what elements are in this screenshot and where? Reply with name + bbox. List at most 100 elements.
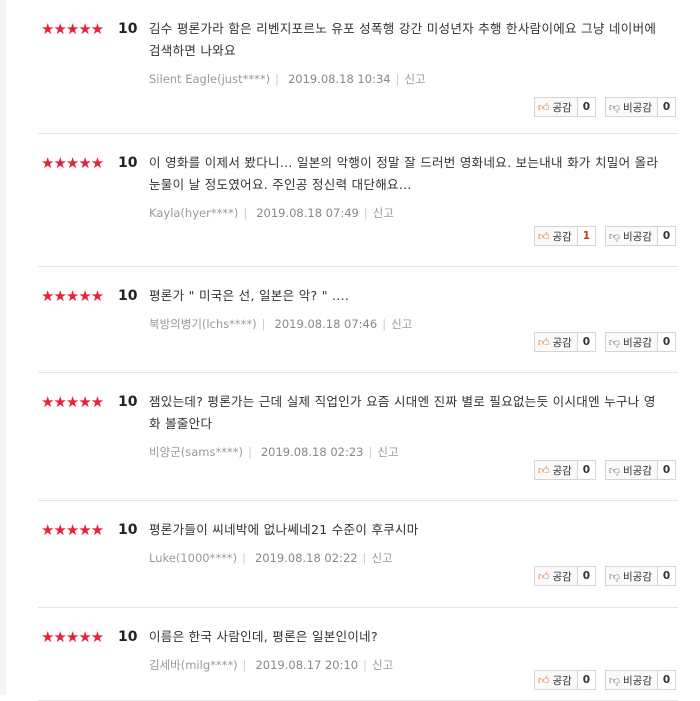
- dislike-label: 비공감: [623, 101, 652, 114]
- dislike-label-wrap: 👎︎ 비공감: [606, 98, 658, 116]
- like-count: 0: [577, 98, 595, 116]
- dislike-count: 0: [658, 333, 675, 351]
- left-gutter: [0, 0, 6, 695]
- like-button[interactable]: 👍︎ 공감 1: [534, 226, 596, 246]
- review-date: 2019.08.17 20:10: [255, 658, 359, 672]
- rating-score: 10: [118, 629, 138, 645]
- review-body: 잼있는데? 평론가는 근데 실제 직업인가 요즘 시대엔 진짜 별로 필요없는듯…: [149, 391, 659, 460]
- thumbs-down-icon: 👎︎: [608, 335, 621, 349]
- meta-divider: |: [395, 72, 400, 86]
- like-label: 공감: [552, 464, 572, 477]
- dislike-count: 0: [658, 671, 675, 689]
- thumbs-up-icon: 👍︎: [538, 463, 550, 477]
- review-text: 평론가들이 씨네박에 없나쎄네21 수준이 후쿠시마: [149, 522, 419, 537]
- thumbs-down-icon: 👎︎: [608, 229, 621, 243]
- review-item: ★★★★★ 10 평론가 " 미국은 선, 일본은 악? " .... 북방의병…: [38, 267, 678, 373]
- dislike-label-wrap: 👎︎ 비공감: [606, 227, 658, 245]
- dislike-count: 0: [658, 461, 675, 479]
- dislike-button[interactable]: 👎︎ 비공감 0: [604, 460, 676, 480]
- thumbs-up-icon: 👍︎: [538, 569, 550, 583]
- review-author[interactable]: Silent Eagle(just****): [149, 72, 270, 86]
- dislike-button[interactable]: 👎︎ 비공감 0: [604, 566, 676, 586]
- like-button[interactable]: 👍︎ 공감 0: [534, 97, 596, 117]
- like-button[interactable]: 👍︎ 공감 0: [534, 566, 596, 586]
- review-actions: 👍︎ 공감 0 👎︎ 비공감 0: [534, 670, 676, 690]
- rating-score: 10: [118, 288, 138, 304]
- review-item: ★★★★★ 10 이름은 한국 사람인데, 평론은 일본인이네? 김세바(mil…: [38, 608, 678, 701]
- review-meta: Kayla(hyer****) | 2019.08.18 07:49 | 신고: [149, 205, 659, 221]
- dislike-button[interactable]: 👎︎ 비공감 0: [604, 97, 676, 117]
- report-link[interactable]: 신고: [373, 206, 394, 220]
- like-count: 0: [577, 461, 595, 479]
- meta-divider: |: [363, 658, 368, 672]
- report-link[interactable]: 신고: [372, 658, 393, 672]
- thumbs-up-icon: 👍︎: [538, 100, 550, 114]
- review-date: 2019.08.18 07:46: [274, 317, 378, 331]
- review-item: ★★★★★ 10 이 영화를 이제서 봤다니... 일본의 악행이 정말 잘 드…: [38, 134, 678, 267]
- review-date: 2019.08.18 07:49: [256, 206, 359, 220]
- thumbs-down-icon: 👎︎: [608, 463, 621, 477]
- review-body: 김수 평론가라 함은 리벤지포르노 유포 성폭행 강간 미성년자 추행 한사람이…: [149, 18, 659, 87]
- review-author[interactable]: Kayla(hyer****): [149, 206, 238, 220]
- meta-divider: |: [242, 658, 247, 672]
- report-link[interactable]: 신고: [377, 445, 398, 459]
- like-count: 0: [577, 671, 595, 689]
- review-author[interactable]: 비양군(sams****): [149, 445, 243, 459]
- dislike-label: 비공감: [623, 674, 652, 687]
- thumbs-down-icon: 👎︎: [608, 569, 621, 583]
- star-rating: ★★★★★: [41, 154, 104, 172]
- review-author[interactable]: 북방의병기(lchs****): [149, 317, 257, 331]
- meta-divider: |: [261, 317, 266, 331]
- report-link[interactable]: 신고: [371, 551, 392, 565]
- like-count: 0: [577, 333, 595, 351]
- review-date: 2019.08.18 02:23: [260, 445, 364, 459]
- review-actions: 👍︎ 공감 0 👎︎ 비공감 0: [534, 332, 676, 352]
- like-count: 1: [577, 227, 595, 245]
- rating-score: 10: [118, 522, 138, 538]
- review-body: 이름은 한국 사람인데, 평론은 일본인이네? 김세바(milg****) | 20…: [149, 626, 659, 673]
- review-text: 이 영화를 이제서 봤다니... 일본의 악행이 정말 잘 드러번 영화네요. …: [149, 155, 659, 192]
- review-meta: 북방의병기(lchs****) | 2019.08.18 07:46 | 신고: [149, 316, 659, 332]
- report-link[interactable]: 신고: [404, 72, 425, 86]
- like-label: 공감: [552, 336, 572, 349]
- dislike-button[interactable]: 👎︎ 비공감 0: [604, 226, 676, 246]
- dislike-count: 0: [658, 227, 675, 245]
- dislike-label: 비공감: [623, 464, 652, 477]
- rating-score: 10: [118, 21, 138, 37]
- review-actions: 👍︎ 공감 0 👎︎ 비공감 0: [534, 97, 676, 117]
- dislike-button[interactable]: 👎︎ 비공감 0: [604, 332, 676, 352]
- like-label-wrap: 👍︎ 공감: [535, 461, 578, 479]
- dislike-button[interactable]: 👎︎ 비공감 0: [604, 670, 676, 690]
- meta-divider: |: [362, 551, 367, 565]
- like-label-wrap: 👍︎ 공감: [535, 227, 578, 245]
- meta-divider: |: [368, 445, 373, 459]
- meta-divider: |: [243, 206, 248, 220]
- review-actions: 👍︎ 공감 1 👎︎ 비공감 0: [534, 226, 676, 246]
- dislike-label-wrap: 👎︎ 비공감: [606, 333, 658, 351]
- thumbs-down-icon: 👎︎: [608, 673, 621, 687]
- review-author[interactable]: Luke(1000****): [149, 551, 237, 565]
- rating-score: 10: [118, 394, 138, 410]
- like-count: 0: [577, 567, 595, 585]
- dislike-label-wrap: 👎︎ 비공감: [606, 671, 658, 689]
- star-rating: ★★★★★: [41, 521, 104, 539]
- star-rating: ★★★★★: [41, 628, 104, 646]
- review-meta: Luke(1000****) | 2019.08.18 02:22 | 신고: [149, 550, 659, 566]
- thumbs-up-icon: 👍︎: [538, 335, 550, 349]
- like-button[interactable]: 👍︎ 공감 0: [534, 670, 596, 690]
- review-list: ★★★★★ 10 김수 평론가라 함은 리벤지포르노 유포 성폭행 강간 미성년…: [38, 0, 678, 701]
- meta-divider: |: [242, 551, 246, 565]
- thumbs-up-icon: 👍︎: [538, 229, 550, 243]
- like-button[interactable]: 👍︎ 공감 0: [534, 332, 596, 352]
- review-body: 평론가들이 씨네박에 없나쎄네21 수준이 후쿠시마 Luke(1000****…: [149, 519, 659, 566]
- dislike-count: 0: [658, 567, 675, 585]
- like-button[interactable]: 👍︎ 공감 0: [534, 460, 596, 480]
- review-body: 이 영화를 이제서 봤다니... 일본의 악행이 정말 잘 드러번 영화네요. …: [149, 152, 659, 221]
- like-label-wrap: 👍︎ 공감: [535, 671, 578, 689]
- rating-score: 10: [118, 155, 138, 171]
- review-meta: 비양군(sams****) | 2019.08.18 02:23 | 신고: [149, 444, 659, 460]
- dislike-label: 비공감: [623, 230, 652, 243]
- meta-divider: |: [382, 317, 387, 331]
- review-author[interactable]: 김세바(milg****): [149, 658, 238, 672]
- report-link[interactable]: 신고: [391, 317, 412, 331]
